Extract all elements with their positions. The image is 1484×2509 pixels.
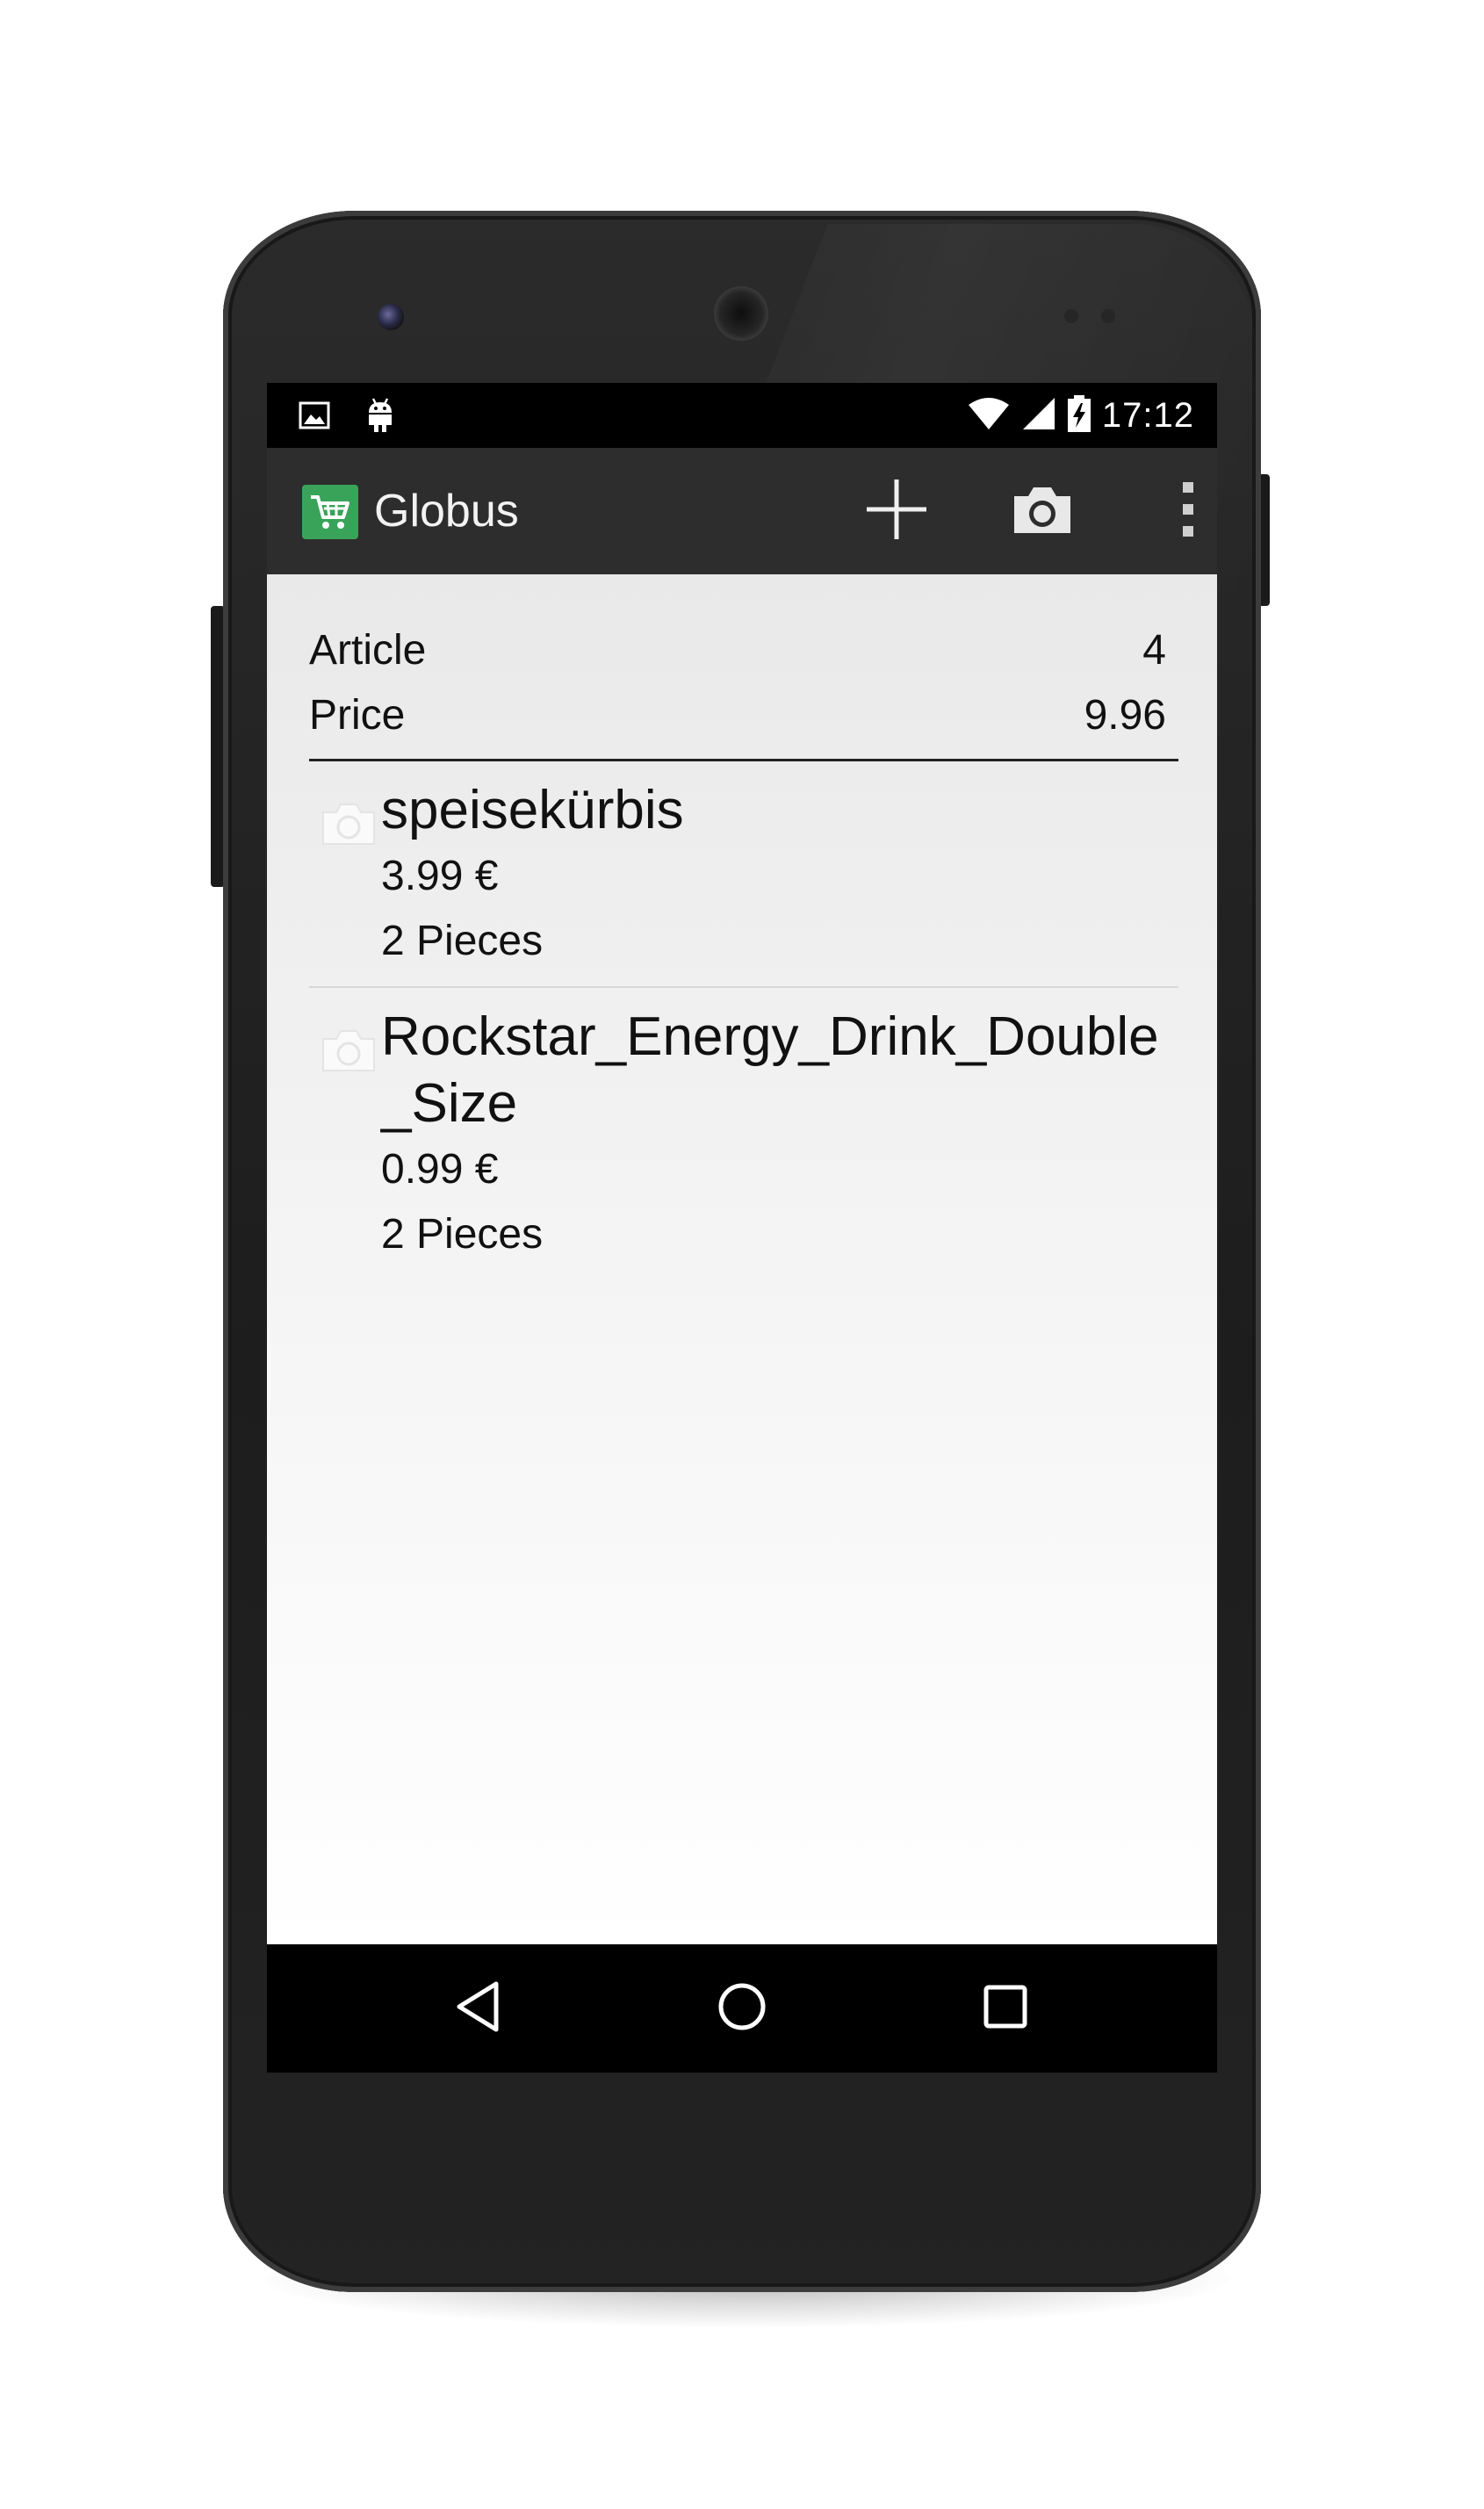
article-label: Article xyxy=(309,627,427,674)
front-camera xyxy=(378,304,404,330)
price-total: 9.96 xyxy=(1084,692,1166,739)
article-count: 4 xyxy=(1142,627,1166,674)
camera-button[interactable] xyxy=(1003,474,1082,548)
battery-charging-icon xyxy=(1067,394,1091,436)
item-list: speisekürbis 3.99 € 2 Pieces Rockstar_En… xyxy=(309,761,1178,1280)
app-title: Globus xyxy=(374,486,519,537)
camera-placeholder-icon[interactable] xyxy=(321,802,376,846)
item-price: 3.99 € xyxy=(381,853,499,899)
recents-button[interactable] xyxy=(973,1976,1038,2041)
overflow-menu-button[interactable] xyxy=(1149,474,1217,548)
back-icon xyxy=(454,1980,503,2037)
item-name: Rockstar_Energy_Drink_Double_Size xyxy=(381,1006,1159,1134)
status-bar: 17:12 xyxy=(267,383,1217,448)
screen: 17:12 Globus Article 4 Price 9.96 speise… xyxy=(267,383,1217,2073)
cell-signal-icon xyxy=(1021,396,1056,435)
wifi-icon xyxy=(967,396,1011,435)
back-button[interactable] xyxy=(446,1976,511,2041)
recents-icon xyxy=(981,1982,1030,2035)
item-price: 0.99 € xyxy=(381,1146,499,1193)
device-frame-stage: 17:12 Globus Article 4 Price 9.96 speise… xyxy=(0,0,1484,2509)
summary-row-article: Article 4 xyxy=(309,618,1166,683)
list-item[interactable]: speisekürbis 3.99 € 2 Pieces xyxy=(309,761,1178,988)
list-item[interactable]: Rockstar_Energy_Drink_Double_Size 0.99 €… xyxy=(309,988,1178,1280)
home-icon xyxy=(716,1980,768,2037)
item-quantity: 2 Pieces xyxy=(381,1211,544,1258)
shopping-list-content: Article 4 Price 9.96 speisekürbis 3.99 €… xyxy=(267,574,1217,1944)
overflow-menu-icon xyxy=(1179,480,1197,542)
proximity-sensor xyxy=(1064,309,1078,323)
camera-placeholder-icon[interactable] xyxy=(321,1028,376,1072)
camera-icon xyxy=(1011,484,1074,538)
light-sensor xyxy=(1101,309,1115,323)
add-icon xyxy=(863,476,930,546)
android-debug-icon xyxy=(365,397,395,437)
item-quantity: 2 Pieces xyxy=(381,918,544,964)
shopping-cart-icon[interactable] xyxy=(302,485,358,539)
price-label: Price xyxy=(309,692,406,739)
summary-row-price: Price 9.96 xyxy=(309,683,1166,748)
add-button[interactable] xyxy=(857,474,936,548)
summary-panel: Article 4 Price 9.96 xyxy=(309,618,1166,748)
item-name: speisekürbis xyxy=(381,780,684,840)
home-button[interactable] xyxy=(710,1976,774,2041)
action-bar: Globus xyxy=(267,448,1217,576)
clock: 17:12 xyxy=(1101,395,1194,435)
earpiece-speaker xyxy=(714,286,768,341)
navigation-bar xyxy=(267,1944,1217,2073)
image-notification-icon xyxy=(299,400,330,434)
